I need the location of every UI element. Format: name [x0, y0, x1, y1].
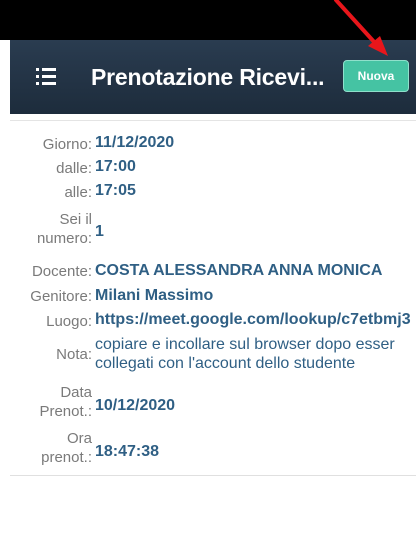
value-nota-line2: collegati con l'account dello studente	[95, 355, 356, 372]
label-data-prenot-line2: Prenot.:	[39, 403, 92, 420]
detail-row-alle: alle: 17:05	[10, 180, 416, 204]
value-ora-prenot: 18:47:38	[95, 443, 160, 460]
status-bar	[0, 0, 416, 40]
reservation-detail-card: Giorno: 11/12/2020 dalle: 17:00 alle: 17…	[10, 120, 416, 476]
label-genitore: Genitore:	[30, 288, 92, 305]
label-giorno: Giorno:	[42, 136, 92, 153]
label-ora-prenot-line2: prenot.:	[41, 449, 92, 466]
label-ora-prenot-line1: Ora	[66, 430, 92, 447]
value-nota-line1: copiare e incollare sul browser dopo ess…	[95, 336, 395, 353]
screen-edge	[0, 40, 10, 541]
detail-row-giorno: Giorno: 11/12/2020	[10, 132, 416, 156]
detail-row-luogo: Luogo: https://meet.google.com/lookup/c7…	[10, 309, 416, 333]
detail-row-data-prenot: Data Prenot.: 10/12/2020	[10, 384, 416, 428]
value-numero: 1	[95, 223, 104, 240]
value-genitore: Milani Massimo	[95, 287, 214, 304]
value-alle: 17:05	[95, 182, 136, 199]
content-area: Giorno: 11/12/2020 dalle: 17:00 alle: 17…	[10, 114, 416, 541]
meeting-link[interactable]: https://meet.google.com/lookup/c7etbmj3	[95, 310, 411, 329]
value-giorno: 11/12/2020	[95, 134, 175, 151]
label-numero-line2: numero:	[36, 230, 92, 247]
label-dalle: dalle:	[56, 160, 92, 177]
label-nota: Nota:	[56, 346, 92, 363]
new-button[interactable]: Nuova	[343, 60, 409, 92]
label-alle: alle:	[64, 184, 92, 201]
app-header: Prenotazione Ricevi... Nuova	[10, 40, 416, 114]
detail-row-dalle: dalle: 17:00	[10, 156, 416, 180]
value-dalle: 17:00	[95, 158, 136, 175]
empty-area	[10, 476, 416, 541]
label-luogo: Luogo:	[46, 313, 92, 330]
app-screen: Prenotazione Ricevi... Nuova Giorno: 11/…	[0, 0, 416, 541]
page-title: Prenotazione Ricevi...	[91, 64, 325, 90]
detail-row-genitore: Genitore: Milani Massimo	[10, 285, 416, 309]
menu-icon[interactable]	[36, 68, 56, 85]
label-docente: Docente:	[31, 263, 92, 280]
label-data-prenot-line1: Data	[60, 384, 92, 401]
label-numero-line1: Sei il	[59, 211, 92, 228]
detail-row-docente: Docente: COSTA ALESSANDRA ANNA MONICA	[10, 260, 416, 284]
value-data-prenot: 10/12/2020	[95, 397, 176, 414]
detail-row-numero: Sei il numero: 1	[10, 205, 416, 249]
detail-row-nota: Nota: copiare e incollare sul browser do…	[10, 334, 416, 378]
detail-row-ora-prenot: Ora prenot.: 18:47:38	[10, 430, 416, 474]
value-docente: COSTA ALESSANDRA ANNA MONICA	[95, 262, 383, 279]
